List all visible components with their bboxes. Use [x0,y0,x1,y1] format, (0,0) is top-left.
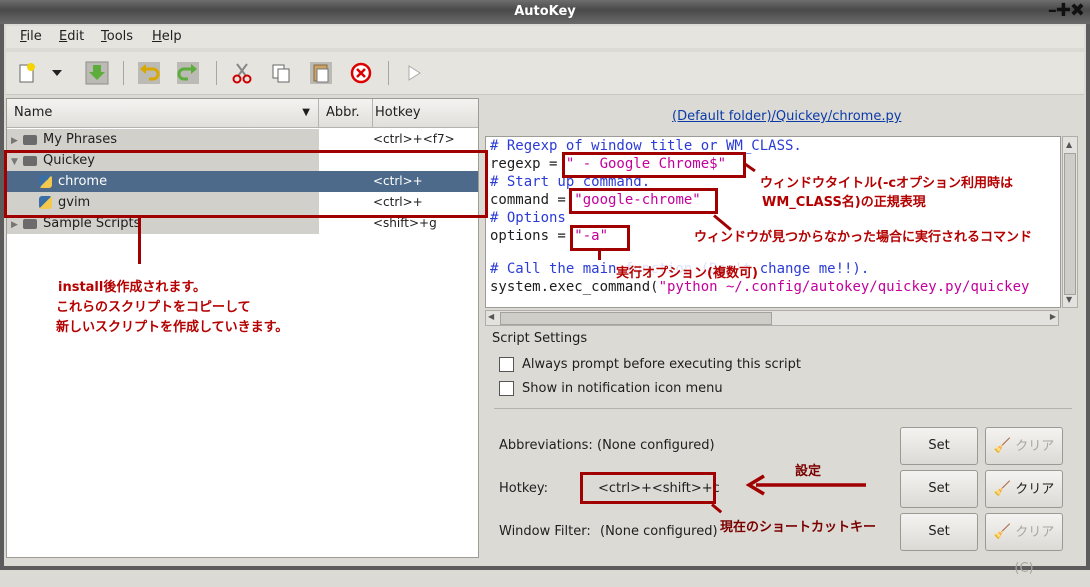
abbreviations-label: Abbreviations: [499,438,593,453]
annotation-command: ウィンドウが見つからなかった場合に実行されるコマンド [694,230,1033,245]
annotation-box-options [570,225,630,251]
column-abbr[interactable]: Abbr. [319,99,373,127]
code-line: # Options [490,210,566,226]
always-prompt-label: Always prompt before executing this scri… [522,357,801,372]
abbreviations-clear-button[interactable]: 🧹クリア(C) [985,427,1063,490]
window-frame-left [0,24,4,570]
code-line: system.exec_command("python ~/.config/au… [490,279,1030,295]
window-frame-bottom [0,566,1090,570]
scroll-up-icon[interactable]: ▲ [1066,140,1072,149]
annotation-box-hotkey [580,472,716,504]
window-frame-right [1086,24,1090,570]
notification-checkbox[interactable] [499,381,514,396]
window-filter-set-button[interactable]: Set [900,513,978,551]
broom-icon: 🧹 [993,481,1012,497]
run-icon[interactable] [401,60,427,86]
scroll-down-icon[interactable]: ▼ [1066,295,1072,304]
scroll-left-icon[interactable]: ◀ [488,312,494,321]
window-title: AutoKey [514,4,576,19]
annotation-current-hotkey: 現在のショートカットキー [720,520,877,535]
tree-row-my-phrases[interactable]: ▶ My Phrases <ctrl>+<f7> [7,129,478,150]
annotation-options: 実行オプション(複数可) [616,262,758,281]
window-filter-label: Window Filter: [499,524,591,539]
annotation-box-regexp [562,152,746,178]
annotation-arrow-icon [745,474,866,496]
toolbar-separator [216,61,217,85]
broom-icon: 🧹 [993,438,1012,454]
abbreviations-set-button[interactable]: Set [900,427,978,465]
expander-icon[interactable]: ▶ [11,131,23,152]
dropdown-arrow-icon[interactable] [50,60,64,86]
divider [494,408,1072,409]
tree-header: Name ▼ Abbr. Hotkey [7,99,478,128]
annotation-regexp-line2: WM_CLASS名)の正規表現 [762,195,926,210]
redo-icon[interactable] [175,60,201,86]
hotkey-clear-button[interactable]: 🧹クリア(C) [985,470,1063,533]
annotation-box-quickey [4,150,488,218]
window-titlebar: AutoKey –✚✖ [0,0,1090,24]
toolbar [6,52,1084,95]
scroll-thumb[interactable] [500,312,772,325]
editor-horizontal-scrollbar[interactable]: ◀ ▶ [485,310,1059,326]
window-filter-clear-button[interactable]: 🧹 クリア(C) [985,513,1063,576]
annotation-install: install後作成されます。 [58,280,207,295]
editor-vertical-scrollbar[interactable]: ▲ ▼ [1062,136,1078,308]
window-filter-value: (None configured) [600,524,718,539]
paste-icon[interactable] [308,60,334,86]
column-hotkey[interactable]: Hotkey [368,99,477,127]
scroll-thumb[interactable] [1064,153,1076,295]
annotation-line [598,250,601,260]
notification-label: Show in notification icon menu [522,381,723,396]
menu-edit[interactable]: Edit [59,29,84,44]
menubar: File Edit Tools Help [6,26,1084,48]
annotation-copy-line2: 新しいスクリプトを作成していきます。 [56,320,289,335]
menu-file[interactable]: File [20,29,42,44]
copy-icon[interactable] [268,60,294,86]
script-path-link[interactable]: (Default folder)/Quickey/chrome.py [672,109,901,124]
script-settings-title: Script Settings [492,331,588,346]
hotkey-set-button[interactable]: Set [900,470,978,508]
annotation-regexp-line1: ウィンドウタイトル(-cオプション利用時は [760,176,1014,191]
tree-name-cell: ▶ My Phrases [7,129,319,150]
broom-icon: 🧹 [993,524,1012,540]
cut-icon[interactable] [229,60,255,86]
folder-icon [23,218,37,229]
delete-icon[interactable] [348,60,374,86]
expander-icon[interactable]: ▶ [11,215,23,236]
hotkey-label: Hotkey: [499,481,549,496]
save-icon[interactable] [84,60,110,86]
menu-tools[interactable]: Tools [101,29,133,44]
new-icon[interactable] [14,60,40,86]
column-name[interactable]: Name ▼ [7,99,319,127]
menu-help[interactable]: Help [152,29,182,44]
always-prompt-checkbox[interactable] [499,357,514,372]
toolbar-separator [123,61,124,85]
folder-icon [23,134,37,145]
abbreviations-value: (None configured) [597,438,715,453]
annotation-line [138,216,141,264]
annotation-line [711,503,723,514]
toolbar-separator [388,61,389,85]
annotation-copy-line1: これらのスクリプトをコピーして [56,300,251,315]
sort-arrow-icon: ▼ [302,107,310,118]
scroll-right-icon[interactable]: ▶ [1050,312,1056,321]
undo-icon[interactable] [136,60,162,86]
annotation-box-command [569,188,718,214]
window-controls[interactable]: –✚✖ [1048,2,1085,20]
